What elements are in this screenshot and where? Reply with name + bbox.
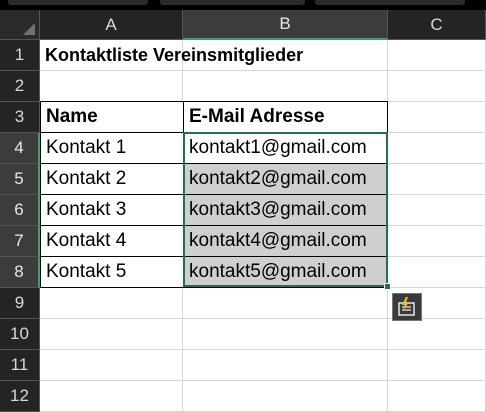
cell-b10[interactable] [183, 319, 388, 350]
row-header-1[interactable]: 1 [0, 40, 40, 71]
cell-c3[interactable] [388, 102, 486, 133]
quick-analysis-icon [398, 297, 415, 316]
row-header-4[interactable]: 4 [0, 133, 40, 164]
column-header-c[interactable]: C [388, 10, 486, 40]
row-header-3[interactable]: 3 [0, 102, 40, 133]
cell-b2[interactable] [183, 71, 388, 102]
cell-a11[interactable] [40, 350, 183, 381]
row-header-12[interactable]: 12 [0, 381, 40, 412]
cell-c5[interactable] [388, 164, 486, 195]
sheet-title: Kontaktliste Vereinsmitglieder [45, 45, 304, 65]
worksheet-grid[interactable]: Kontaktliste Vereinsmitglieder Name E-Ma… [40, 40, 486, 412]
contact-email[interactable]: kontakt1@gmail.com [183, 132, 388, 164]
ribbon-edge [0, 0, 486, 10]
row-header-6[interactable]: 6 [0, 195, 40, 226]
contact-name[interactable]: Kontakt 4 [40, 225, 184, 257]
cell-c7[interactable] [388, 226, 486, 257]
cell-c12[interactable] [388, 381, 486, 412]
column-header-a[interactable]: A [40, 10, 183, 40]
contact-name[interactable]: Kontakt 1 [40, 132, 184, 164]
cell-c11[interactable] [388, 350, 486, 381]
select-all-triangle-icon [23, 23, 35, 35]
contact-email[interactable]: kontakt5@gmail.com [183, 256, 388, 288]
contact-email[interactable]: kontakt4@gmail.com [183, 225, 388, 257]
column-header-b[interactable]: B [183, 10, 388, 40]
cell-a2[interactable] [40, 71, 183, 102]
row-header-2[interactable]: 2 [0, 71, 40, 102]
fill-handle[interactable] [384, 283, 391, 290]
cell-c4[interactable] [388, 133, 486, 164]
cell-c8[interactable] [388, 257, 486, 288]
contact-name[interactable]: Kontakt 2 [40, 163, 184, 195]
cell-a12[interactable] [40, 381, 183, 412]
cell-c2[interactable] [388, 71, 486, 102]
cell-b9[interactable] [183, 288, 388, 319]
quick-analysis-button[interactable] [392, 293, 422, 321]
cell-a10[interactable] [40, 319, 183, 350]
contact-email[interactable]: kontakt2@gmail.com [183, 163, 388, 195]
select-all-button[interactable] [0, 10, 40, 40]
contact-email[interactable]: kontakt3@gmail.com [183, 194, 388, 226]
contact-name[interactable]: Kontakt 5 [40, 256, 184, 288]
row-header-8[interactable]: 8 [0, 257, 40, 288]
cell-b11[interactable] [183, 350, 388, 381]
cell-c6[interactable] [388, 195, 486, 226]
row-header-10[interactable]: 10 [0, 319, 40, 350]
ribbon-tab [160, 0, 305, 5]
cell-a9[interactable] [40, 288, 183, 319]
row-header-7[interactable]: 7 [0, 226, 40, 257]
cell-c1[interactable] [388, 40, 486, 71]
ribbon-tab [8, 0, 148, 5]
cell-b12[interactable] [183, 381, 388, 412]
contact-name[interactable]: Kontakt 3 [40, 194, 184, 226]
ribbon-tab [315, 0, 465, 5]
row-header-11[interactable]: 11 [0, 350, 40, 381]
cell-c10[interactable] [388, 319, 486, 350]
header-email[interactable]: E-Mail Adresse [183, 101, 388, 133]
row-header-5[interactable]: 5 [0, 164, 40, 195]
header-name[interactable]: Name [40, 101, 184, 133]
row-header-9[interactable]: 9 [0, 288, 40, 319]
